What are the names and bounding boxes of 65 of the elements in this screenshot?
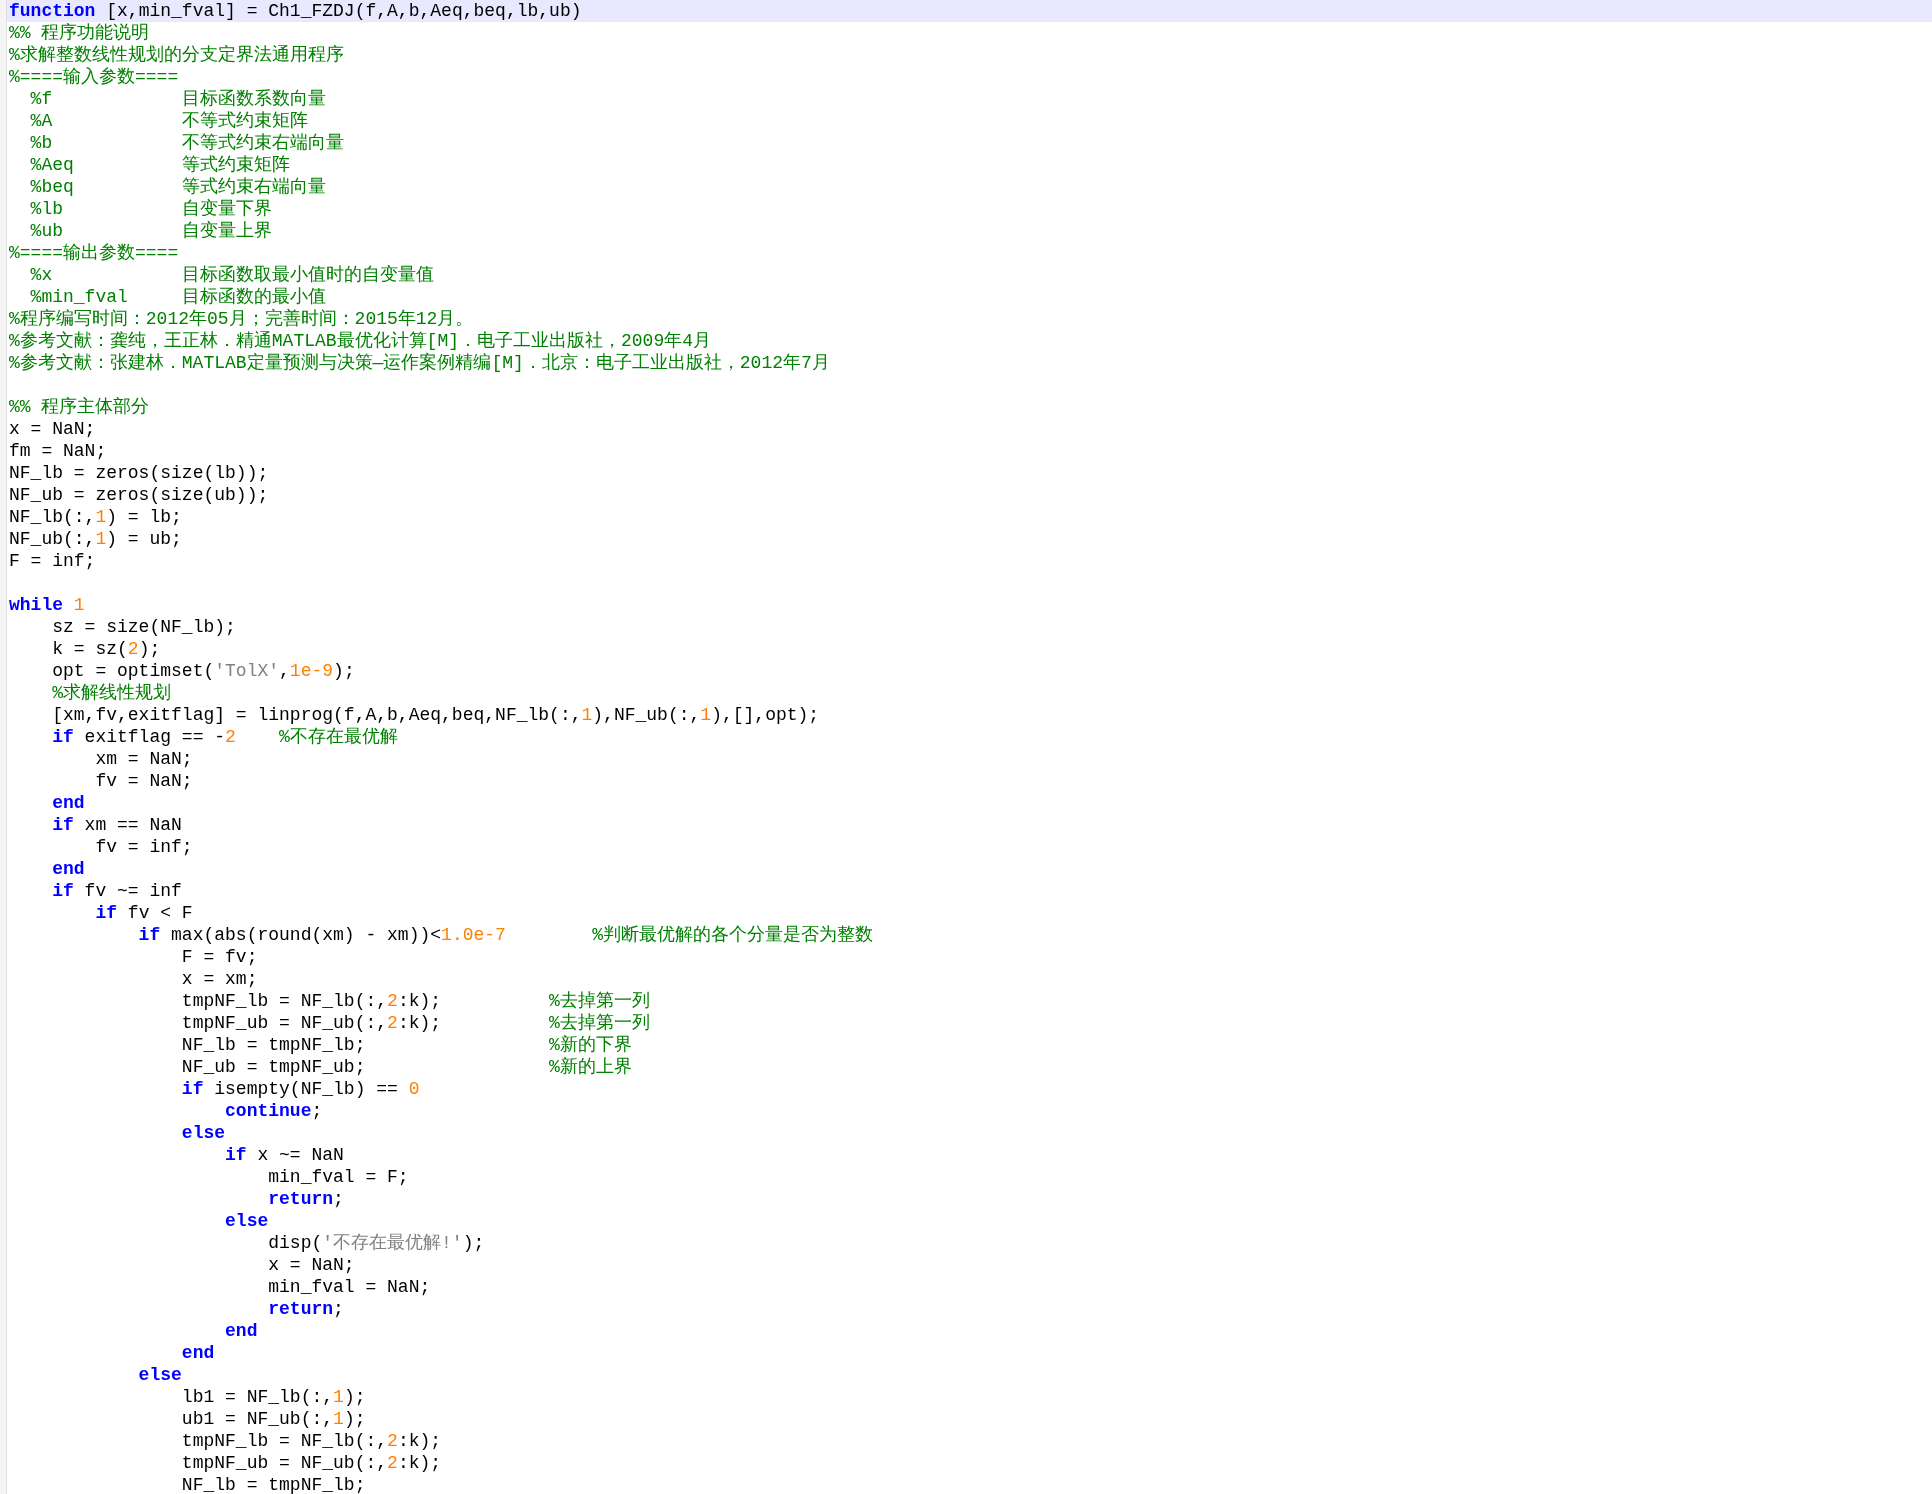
code-line: k = sz(2); bbox=[51, 638, 162, 660]
code-line: NF_ub(:,1) = ub; bbox=[8, 528, 183, 550]
code-line: %参考文献：龚纯，王正林．精通MATLAB最优化计算[M]．电子工业出版社，2009年4月 bbox=[8, 330, 713, 352]
code-line: %A 不等式约束矩阵 bbox=[29, 110, 309, 132]
code-line: end bbox=[51, 792, 86, 814]
code-line: %参考文献：张建林．MATLAB定量预测与决策—运作案例精编[M]．北京：电子工业出版社，2012年7月 bbox=[8, 352, 831, 374]
code-line: %求解整数线性规划的分支定界法通用程序 bbox=[8, 44, 345, 66]
code-line: if x ~= NaN bbox=[224, 1144, 345, 1166]
code-line: NF_lb = tmpNF_lb; bbox=[180, 1474, 367, 1494]
code-line: if isempty(NF_lb) == 0 bbox=[180, 1078, 421, 1100]
code-line: end bbox=[180, 1342, 216, 1364]
code-line: end bbox=[51, 858, 86, 880]
code-line: min_fval = F; bbox=[267, 1166, 410, 1188]
code-line: %lb 自变量下界 bbox=[29, 198, 273, 220]
code-line: tmpNF_lb = NF_lb(:,2:k); %去掉第一列 bbox=[180, 990, 651, 1012]
code-line: %% 程序主体部分 bbox=[8, 396, 151, 418]
code-line: fm = NaN; bbox=[8, 440, 108, 462]
code-line: sz = size(NF_lb); bbox=[51, 616, 237, 638]
code-line: tmpNF_lb = NF_lb(:,2:k); bbox=[180, 1430, 443, 1452]
code-line: %beq 等式约束右端向量 bbox=[29, 176, 327, 198]
code-line: if fv < F bbox=[94, 902, 194, 924]
code-line: tmpNF_ub = NF_ub(:,2:k); bbox=[180, 1452, 443, 1474]
code-line: NF_lb = zeros(size(lb)); bbox=[8, 462, 270, 484]
code-line: %====输出参数==== bbox=[8, 242, 180, 264]
code-line: NF_lb(:,1) = lb; bbox=[8, 506, 183, 528]
code-line: %ub 自变量上界 bbox=[29, 220, 273, 242]
code-line: opt = optimset('TolX',1e-9); bbox=[51, 660, 356, 682]
code-line: %min_fval 目标函数的最小值 bbox=[29, 286, 327, 308]
code-line: NF_ub = zeros(size(ub)); bbox=[8, 484, 270, 506]
code-line: x = NaN; bbox=[8, 418, 97, 440]
code-line: while 1 bbox=[8, 594, 86, 616]
code-line: lb1 = NF_lb(:,1); bbox=[180, 1386, 367, 1408]
code-line: else bbox=[224, 1210, 270, 1232]
code-line: else bbox=[180, 1122, 227, 1144]
code-line: continue; bbox=[224, 1100, 324, 1122]
code-line: return; bbox=[267, 1188, 345, 1210]
code-line: F = fv; bbox=[180, 946, 259, 968]
code-line: disp('不存在最优解!'); bbox=[267, 1232, 486, 1254]
code-line: %% 程序功能说明 bbox=[8, 22, 151, 44]
code-line: %f 目标函数系数向量 bbox=[29, 88, 327, 110]
code-line: %程序编写时间：2012年05月；完善时间：2015年12月。 bbox=[8, 308, 475, 330]
code-line: if fv ~= inf bbox=[51, 880, 183, 902]
code-line: end bbox=[224, 1320, 259, 1342]
code-line: if exitflag == -2 %不存在最优解 bbox=[51, 726, 399, 748]
code-line: xm = NaN; bbox=[94, 748, 194, 770]
code-line: ub1 = NF_ub(:,1); bbox=[180, 1408, 367, 1430]
code-line: %b 不等式约束右端向量 bbox=[29, 132, 345, 154]
code-line: min_fval = NaN; bbox=[267, 1276, 432, 1298]
code-line: NF_lb = tmpNF_lb; %新的下界 bbox=[180, 1034, 633, 1056]
code-line: [xm,fv,exitflag] = linprog(f,A,b,Aeq,beq,NF_lb(:,1),NF_ub(:,1),[],opt); bbox=[51, 704, 821, 726]
code-line: if xm == NaN bbox=[51, 814, 183, 836]
code-line: if max(abs(round(xm) - xm))<1.0e-7 %判断最优解的各个分量是否为整数 bbox=[137, 924, 875, 946]
code-line: tmpNF_ub = NF_ub(:,2:k); %去掉第一列 bbox=[180, 1012, 651, 1034]
code-line: return; bbox=[267, 1298, 345, 1320]
code-line: %求解线性规划 bbox=[51, 682, 172, 704]
code-line: x = xm; bbox=[180, 968, 259, 990]
code-line: %====输入参数==== bbox=[8, 66, 180, 88]
code-line: x = NaN; bbox=[267, 1254, 356, 1276]
code-line: fv = NaN; bbox=[94, 770, 194, 792]
code-line: %x 目标函数取最小值时的自变量值 bbox=[29, 264, 435, 286]
code-line: %Aeq 等式约束矩阵 bbox=[29, 154, 291, 176]
code-line: fv = inf; bbox=[94, 836, 194, 858]
code-line: NF_ub = tmpNF_ub; %新的上界 bbox=[180, 1056, 633, 1078]
code-line: else bbox=[137, 1364, 183, 1386]
code-line: F = inf; bbox=[8, 550, 97, 572]
